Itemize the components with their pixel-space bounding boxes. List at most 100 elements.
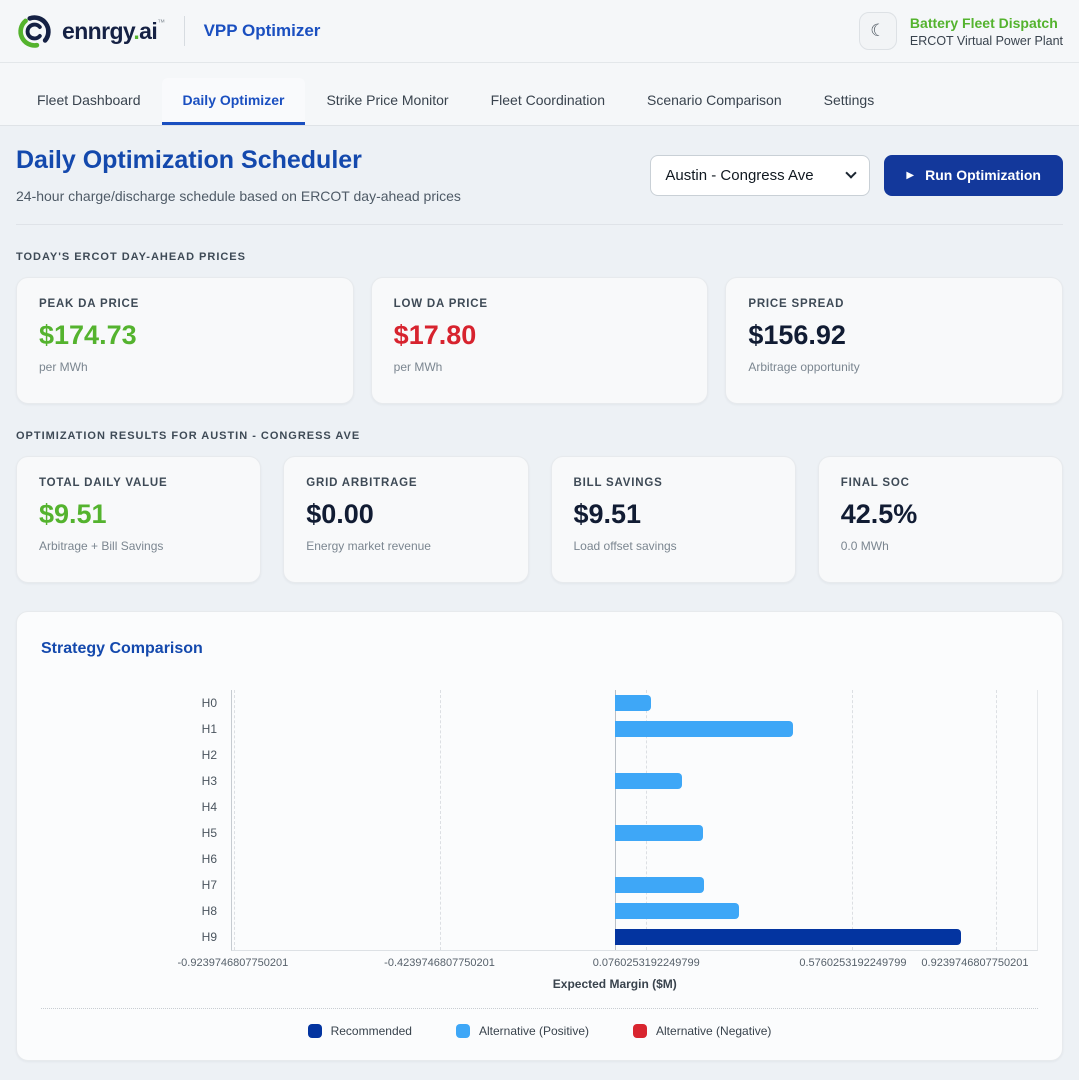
fleet-description: ERCOT Virtual Power Plant — [910, 34, 1063, 48]
tab-scenario-comparison[interactable]: Scenario Comparison — [626, 78, 803, 125]
chart-bar-h0 — [615, 695, 651, 711]
chart-bar-row — [232, 924, 1037, 950]
tab-fleet-coordination[interactable]: Fleet Coordination — [470, 78, 626, 125]
tab-daily-optimizer[interactable]: Daily Optimizer — [162, 78, 306, 125]
legend-label: Alternative (Negative) — [656, 1024, 771, 1038]
stat-card-value: $9.51 — [39, 499, 238, 530]
legend-label: Recommended — [331, 1024, 412, 1038]
result-cards-row: TOTAL DAILY VALUE$9.51Arbitrage + Bill S… — [16, 456, 1063, 583]
chart-plot-area — [231, 690, 1038, 951]
strategy-comparison-card: Strategy Comparison H0H1H2H3H4H5H6H7H8H9… — [16, 611, 1063, 1061]
chart-bar-row — [232, 872, 1037, 898]
tab-strike-price-monitor[interactable]: Strike Price Monitor — [305, 78, 469, 125]
run-optimization-button[interactable]: ▶ Run Optimization — [884, 155, 1063, 196]
chart-bar-row — [232, 820, 1037, 846]
stat-card-sublabel: Arbitrage + Bill Savings — [39, 539, 238, 553]
stat-card-value: 42.5% — [841, 499, 1040, 530]
chart-bar-row — [232, 742, 1037, 768]
chart-category-label: H3 — [41, 768, 231, 794]
stat-card-value: $17.80 — [394, 320, 686, 351]
chart-x-axis-label-row: Expected Margin ($M) — [231, 977, 1038, 994]
page-title: Daily Optimization Scheduler — [16, 146, 461, 175]
stat-card-value: $174.73 — [39, 320, 331, 351]
chart-category-label: H1 — [41, 716, 231, 742]
play-icon: ▶ — [906, 170, 914, 181]
chart-legend: Recommended Alternative (Positive) Alterna… — [41, 1009, 1038, 1050]
chart-title: Strategy Comparison — [41, 640, 1038, 658]
tab-label: Fleet Dashboard — [37, 92, 141, 108]
site-select[interactable]: Austin - Congress Ave — [650, 155, 870, 196]
chart-y-axis-labels: H0H1H2H3H4H5H6H7H8H9 — [41, 690, 231, 951]
results-section-heading: OPTIMIZATION RESULTS FOR AUSTIN - CONGRE… — [16, 430, 1063, 442]
stat-card: PRICE SPREAD $156.92 Arbitrage opportunity — [725, 277, 1063, 404]
section-divider — [16, 224, 1063, 225]
stat-card-label: FINAL SOC — [841, 477, 1040, 489]
tab-label: Daily Optimizer — [183, 92, 285, 108]
brand: ennrgy.ai™ — [16, 13, 165, 50]
chart-bar-row — [232, 846, 1037, 872]
chart-bar-h8 — [615, 903, 740, 919]
header-right: ☾ Battery Fleet Dispatch ERCOT Virtual P… — [859, 12, 1063, 50]
chart-bar-row — [232, 794, 1037, 820]
app-title: VPP Optimizer — [204, 21, 321, 41]
header-divider — [184, 16, 185, 46]
tab-settings[interactable]: Settings — [803, 78, 896, 125]
tab-label: Scenario Comparison — [647, 92, 782, 108]
stat-card-sublabel: Energy market revenue — [306, 539, 505, 553]
legend-swatch — [456, 1024, 470, 1038]
site-select-wrap: Austin - Congress Ave — [650, 155, 870, 196]
chart-bar-h3 — [615, 773, 682, 789]
nav-tabs: Fleet Dashboard Daily Optimizer Strike Pri… — [0, 63, 1079, 126]
chart-bar-h5 — [615, 825, 703, 841]
tab-label: Settings — [824, 92, 875, 108]
chart-bar-h1 — [615, 721, 794, 737]
tab-label: Strike Price Monitor — [326, 92, 448, 108]
stat-card-sublabel: Arbitrage opportunity — [748, 360, 1040, 374]
chart-category-label: H9 — [41, 924, 231, 950]
stat-card-label: LOW DA PRICE — [394, 298, 686, 310]
stat-card-label: BILL SAVINGS — [574, 477, 773, 489]
chart-x-tick-label: -0.9239746807750201 — [178, 957, 289, 969]
chart-bar-row — [232, 768, 1037, 794]
page-header-row: Daily Optimization Scheduler 24-hour cha… — [16, 146, 1063, 204]
chart-x-tick-label: -0.4239746807750201 — [384, 957, 495, 969]
chart-bar-row — [232, 716, 1037, 742]
moon-icon: ☾ — [870, 21, 885, 41]
stat-card: FINAL SOC 42.5% 0.0 MWh — [818, 456, 1063, 583]
brand-wordmark: ennrgy.ai™ — [62, 18, 165, 45]
top-bar: ennrgy.ai™ VPP Optimizer ☾ Battery Fleet… — [0, 0, 1079, 63]
fleet-name: Battery Fleet Dispatch — [910, 15, 1063, 31]
stat-card-label: PRICE SPREAD — [748, 298, 1040, 310]
stat-card-value: $156.92 — [748, 320, 1040, 351]
tab-label: Fleet Coordination — [491, 92, 605, 108]
page-subtitle: 24-hour charge/discharge schedule based … — [16, 188, 461, 204]
stat-card: GRID ARBITRAGE$0.00Energy market revenue — [283, 456, 528, 583]
stat-card: BILL SAVINGS$9.51Load offset savings — [551, 456, 796, 583]
legend-label: Alternative (Positive) — [479, 1024, 589, 1038]
chart-x-axis-label: Expected Margin ($M) — [553, 977, 677, 991]
stat-card-value: $0.00 — [306, 499, 505, 530]
price-cards-row: PEAK DA PRICE$174.73per MWhLOW DA PRICE$… — [16, 277, 1063, 404]
tab-fleet-dashboard[interactable]: Fleet Dashboard — [16, 78, 162, 125]
main-content: Daily Optimization Scheduler 24-hour cha… — [0, 126, 1079, 1061]
stat-card-sublabel: 0.0 MWh — [841, 539, 1040, 553]
chart-x-axis-ticks: -0.9239746807750201-0.42397468077502010.… — [231, 957, 1038, 972]
page-controls: Austin - Congress Ave ▶ Run Optimization — [650, 155, 1063, 196]
chart-category-label: H5 — [41, 820, 231, 846]
fleet-info: Battery Fleet Dispatch ERCOT Virtual Pow… — [910, 15, 1063, 48]
page-header-text: Daily Optimization Scheduler 24-hour cha… — [16, 146, 461, 204]
legend-swatch — [308, 1024, 322, 1038]
theme-toggle-button[interactable]: ☾ — [859, 12, 897, 50]
chart-bar-row — [232, 898, 1037, 924]
stat-card-sublabel: per MWh — [394, 360, 686, 374]
ennrgy-logo-icon — [16, 13, 53, 50]
chart-x-tick-label: 0.9239746807750201 — [921, 957, 1028, 969]
chart-category-label: H4 — [41, 794, 231, 820]
legend-item-recommended: Recommended — [308, 1024, 412, 1038]
chart-x-tick-label: 0.0760253192249799 — [593, 957, 700, 969]
chart-x-tick-label: 0.5760253192249799 — [799, 957, 906, 969]
chart-category-label: H8 — [41, 898, 231, 924]
chart-category-label: H0 — [41, 690, 231, 716]
chart-category-label: H7 — [41, 872, 231, 898]
stat-card-sublabel: Load offset savings — [574, 539, 773, 553]
